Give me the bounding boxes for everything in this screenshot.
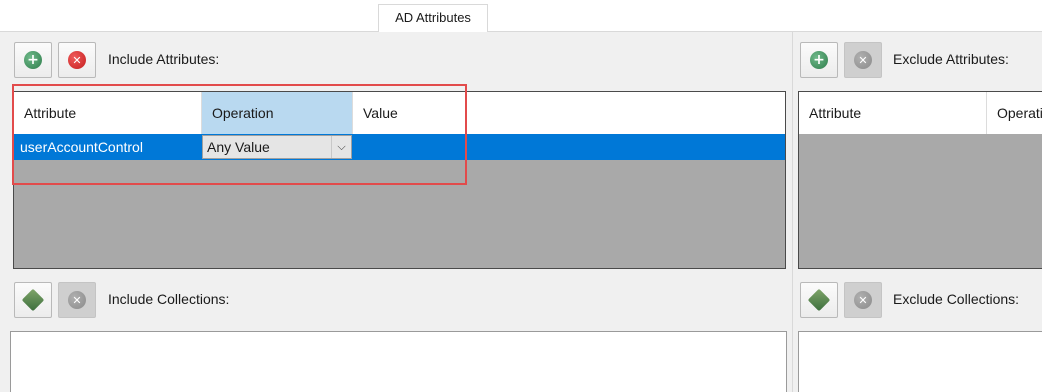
column-header-attribute[interactable]: Attribute	[14, 92, 202, 134]
operation-value: Any Value	[207, 139, 270, 155]
remove-exclude-collection-button[interactable]: ✕	[844, 282, 882, 318]
include-attributes-grid[interactable]: Attribute Operation Value userAccountCon…	[13, 91, 786, 269]
chevron-down-icon[interactable]: ⌵	[331, 136, 351, 158]
add-icon: +	[810, 51, 828, 69]
table-row[interactable]: userAccountControl Any Value ⌵	[14, 134, 785, 160]
attributes-tab[interactable]: AD Attributes	[378, 4, 488, 32]
remove-icon: ✕	[68, 291, 86, 309]
include-attributes-label: Include Attributes:	[108, 51, 220, 67]
exclude-collections-list[interactable]	[798, 331, 1042, 392]
add-icon: +	[24, 51, 42, 69]
attribute-cell[interactable]: userAccountControl	[14, 134, 202, 160]
add-include-attribute-button[interactable]: +	[14, 42, 52, 78]
operation-dropdown[interactable]: Any Value ⌵	[202, 135, 352, 159]
add-exclude-attribute-button[interactable]: +	[800, 42, 838, 78]
column-header-operation[interactable]: Operati	[987, 92, 1042, 134]
remove-icon: ✕	[68, 51, 86, 69]
collection-icon	[807, 288, 831, 312]
column-header-attribute[interactable]: Attribute	[799, 92, 987, 134]
add-include-collection-button[interactable]	[14, 282, 52, 318]
include-collections-list[interactable]	[10, 331, 787, 392]
exclude-panel: + ✕ Exclude Attributes: Attribute Operat…	[792, 32, 1042, 392]
add-exclude-collection-button[interactable]	[800, 282, 838, 318]
remove-icon: ✕	[854, 291, 872, 309]
grid-header: Attribute Operation Value	[14, 92, 785, 134]
remove-exclude-attribute-button[interactable]: ✕	[844, 42, 882, 78]
remove-icon: ✕	[854, 51, 872, 69]
exclude-attributes-grid[interactable]: Attribute Operati	[798, 91, 1042, 269]
remove-include-attribute-button[interactable]: ✕	[58, 42, 96, 78]
exclude-collections-label: Exclude Collections:	[893, 291, 1020, 307]
value-cell[interactable]	[353, 134, 785, 160]
exclude-attributes-label: Exclude Attributes:	[893, 51, 1009, 67]
grid-header: Attribute Operati	[799, 92, 1042, 134]
column-header-operation[interactable]: Operation	[202, 92, 353, 134]
include-panel: + ✕ Include Attributes: Attribute Operat…	[0, 32, 792, 392]
column-header-value[interactable]: Value	[353, 92, 785, 134]
include-collections-label: Include Collections:	[108, 291, 230, 307]
remove-include-collection-button[interactable]: ✕	[58, 282, 96, 318]
collection-icon	[21, 288, 45, 312]
